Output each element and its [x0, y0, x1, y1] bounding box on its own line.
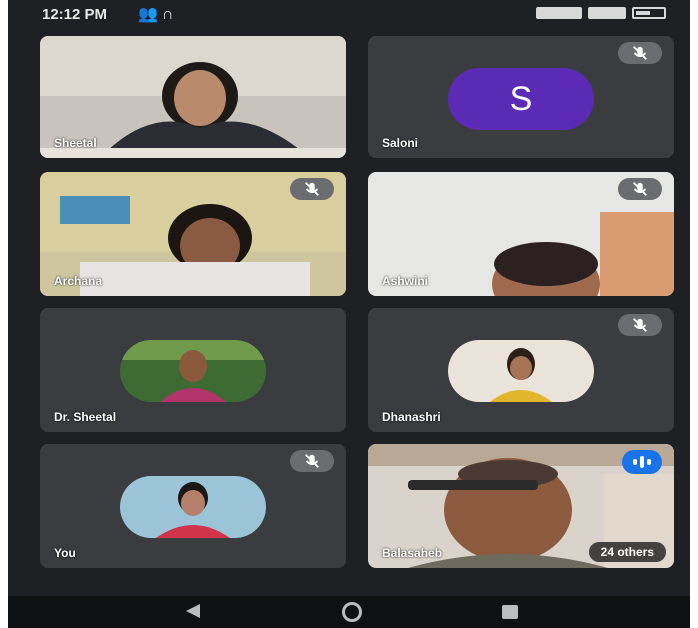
participant-name: Saloni — [382, 136, 419, 150]
participant-name: Archana — [54, 274, 103, 288]
participant-name: Sheetal — [54, 136, 97, 150]
participant-tile-archana[interactable]: Archana — [40, 172, 346, 296]
avatar: S — [448, 68, 594, 130]
system-nav-bar — [8, 596, 690, 628]
participant-name: Balasaheb — [382, 546, 443, 560]
battery-icon — [632, 7, 666, 19]
participant-tile-dr-sheetal[interactable]: Dr. Sheetal — [40, 308, 346, 432]
back-icon[interactable] — [186, 604, 200, 618]
participant-tile-ashwini[interactable]: Ashwini — [368, 172, 674, 296]
home-icon[interactable] — [342, 602, 362, 622]
speaking-indicator — [622, 450, 662, 474]
people-icon: 👥 — [138, 6, 162, 23]
mic-off-icon — [618, 178, 662, 200]
signal-icon — [588, 7, 626, 19]
signal-icon — [536, 7, 582, 19]
mic-off-icon — [290, 178, 334, 200]
participant-tile-saloni[interactable]: S Saloni — [368, 36, 674, 158]
recents-icon[interactable] — [502, 605, 518, 619]
meeting-screen: 12:12 PM 👥∩ Sheetal S Saloni Archana Ash… — [8, 0, 690, 628]
avatar — [448, 340, 594, 402]
avatar — [120, 476, 266, 538]
participant-name: Ashwini — [382, 274, 429, 288]
mic-off-icon — [290, 450, 334, 472]
status-time: 12:12 PM — [42, 6, 108, 23]
others-button[interactable]: 24 others — [588, 542, 666, 562]
participant-tile-sheetal[interactable]: Sheetal — [40, 36, 346, 158]
mic-off-icon — [618, 42, 662, 64]
avatar — [120, 340, 266, 402]
mic-off-icon — [618, 314, 662, 336]
participant-name: Dhanashri — [382, 410, 441, 424]
headset-icon: ∩ — [161, 6, 178, 23]
status-bar: 12:12 PM 👥∩ — [8, 0, 690, 30]
participant-name: Dr. Sheetal — [54, 410, 117, 424]
participant-name: You — [54, 546, 76, 560]
participant-tile-you[interactable]: You — [40, 444, 346, 568]
participant-tile-dhanashri[interactable]: Dhanashri — [368, 308, 674, 432]
participant-tile-balasaheb[interactable]: Balasaheb 24 others — [368, 444, 674, 568]
